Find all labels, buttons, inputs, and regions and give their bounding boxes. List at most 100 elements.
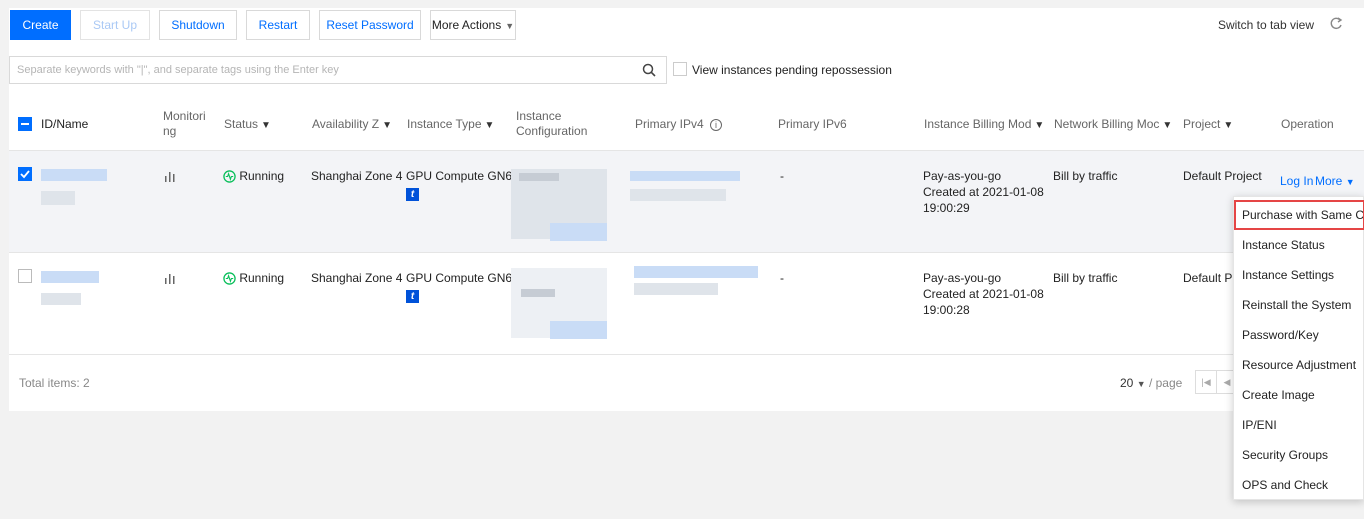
check-icon [20,170,30,179]
column-project-label: Project [1183,117,1221,131]
column-instance-billing[interactable]: Instance Billing Mod ▼ [924,117,1044,133]
filter-icon[interactable]: ▼ [261,120,271,131]
refresh-icon[interactable] [1328,16,1344,32]
turbo-badge-icon: t [406,290,419,303]
column-network-billing-label: Network Billing Moc [1054,117,1160,131]
status-label: Running [239,271,285,285]
network-billing-cell: Bill by traffic [1053,169,1118,183]
select-all-checkbox[interactable] [18,117,32,131]
menu-item-ops-and-check[interactable]: OPS and Check [1234,470,1364,500]
filter-icon[interactable]: ▼ [382,120,392,131]
instance-type-cell: GPU Compute GN6S t [406,168,520,201]
start-up-button[interactable]: Start Up [80,10,150,40]
page-size-select[interactable]: 20 ▼ / page [1120,376,1182,390]
status-running: Running [223,168,284,184]
instance-id-redacted[interactable] [41,271,99,283]
menu-item-instance-status[interactable]: Instance Status [1234,230,1364,260]
row-checkbox[interactable] [18,269,32,283]
column-project[interactable]: Project ▼ [1183,117,1233,133]
menu-item-security-groups[interactable]: Security Groups [1234,440,1364,470]
created-time: 19:00:28 [923,303,970,317]
instance-configuration-link-redacted[interactable] [550,223,607,241]
status-running: Running [223,270,284,286]
instance-type-cell: GPU Compute GN6S t [406,270,520,303]
menu-item-purchase-same-config[interactable]: Purchase with Same Confi [1234,200,1364,230]
shutdown-button[interactable]: Shutdown [159,10,237,40]
instance-type-label: GPU Compute GN6S [406,169,521,183]
column-availability-zone-label: Availability Z [312,117,380,131]
billing-mode: Pay-as-you-go [923,271,1002,285]
column-primary-ipv4: Primary IPv4 i [635,117,723,132]
chevron-down-icon: ▼ [505,21,515,31]
ipv4-redacted[interactable] [630,171,740,181]
column-instance-configuration: Instance Configuration [516,109,587,139]
ipv4-redacted[interactable] [634,266,758,278]
column-status[interactable]: Status ▼ [224,117,271,133]
column-status-label: Status [224,117,259,131]
row-checkbox[interactable] [18,167,32,181]
more-dropdown[interactable]: More ▼ [1315,173,1355,190]
column-instance-type-label: Instance Type [407,117,482,131]
column-instance-configuration-line2: Configuration [516,124,588,138]
filter-icon[interactable]: ▼ [485,120,495,131]
zone-cell: Shanghai Zone 4 [311,271,403,285]
page-background [9,411,1364,519]
column-availability-zone[interactable]: Availability Z ▼ [312,117,392,133]
chevron-down-icon: ▼ [1136,379,1146,389]
first-page-button[interactable]: |◀ [1195,370,1217,394]
filter-icon[interactable]: ▼ [1162,120,1172,131]
search-input[interactable]: Separate keywords with "|", and separate… [9,56,667,84]
instance-type-label: GPU Compute GN6S [406,271,521,285]
running-status-icon [223,170,236,183]
menu-item-create-image[interactable]: Create Image [1234,380,1364,410]
ipv6-cell: - [780,271,784,285]
table-row[interactable]: Running Shanghai Zone 4 GPU Compute GN6S… [9,151,1364,253]
search-placeholder: Separate keywords with "|", and separate… [17,64,339,76]
column-id-name: ID/Name [41,117,89,131]
column-instance-type[interactable]: Instance Type ▼ [407,117,494,133]
column-network-billing[interactable]: Network Billing Moc ▼ [1054,117,1172,133]
status-label: Running [239,169,285,183]
created-at: Created at 2021-01-08 [923,287,1044,301]
per-page-label: / page [1148,376,1183,390]
create-button[interactable]: Create [10,10,71,40]
menu-item-ip-eni[interactable]: IP/ENI [1234,410,1364,440]
ipv4-sub-redacted [634,283,718,295]
instance-configuration-link-redacted[interactable] [550,321,607,339]
column-primary-ipv4-label: Primary IPv4 [635,117,704,131]
table-header: ID/Name Monitori ng Status ▼ Availability… [9,97,1364,151]
page-size-value: 20 [1120,376,1134,390]
menu-item-resource-adjustment[interactable]: Resource Adjustment [1234,350,1364,380]
table-row[interactable]: Running Shanghai Zone 4 GPU Compute GN6S… [9,253,1364,355]
reset-password-button[interactable]: Reset Password [319,10,421,40]
filter-icon[interactable]: ▼ [1223,120,1233,131]
instance-id-redacted[interactable] [41,169,107,181]
billing-cell: Pay-as-you-go Created at 2021-01-08 19:0… [923,270,1044,318]
more-label: More [1315,174,1343,188]
chevron-down-icon: ▼ [1345,177,1355,187]
restart-button[interactable]: Restart [246,10,310,40]
more-actions-label: More Actions [431,18,502,32]
column-instance-configuration-line1: Instance [516,109,562,123]
menu-item-password-key[interactable]: Password/Key [1234,320,1364,350]
billing-cell: Pay-as-you-go Created at 2021-01-08 19:0… [923,168,1044,216]
column-monitoring-line2: ng [163,124,177,138]
monitoring-chart-icon[interactable] [164,170,176,182]
column-instance-billing-label: Instance Billing Mod [924,117,1032,131]
pending-repossession-checkbox[interactable] [673,62,687,76]
menu-item-reinstall-system[interactable]: Reinstall the System [1234,290,1364,320]
menu-item-instance-settings[interactable]: Instance Settings [1234,260,1364,290]
search-icon[interactable] [641,62,657,78]
more-actions-dropdown[interactable]: More Actions ▼ [430,10,516,40]
monitoring-chart-icon[interactable] [164,272,176,284]
info-icon[interactable]: i [710,119,723,131]
switch-to-tab-view-link[interactable]: Switch to tab view [1218,18,1314,32]
instance-name-redacted [41,293,81,305]
instance-name-redacted [41,191,75,205]
zone-cell: Shanghai Zone 4 [311,169,403,183]
ipv4-sub-redacted [630,189,726,201]
running-status-icon [223,272,236,285]
config-text-redacted [519,173,559,181]
filter-icon[interactable]: ▼ [1034,120,1044,131]
log-in-link[interactable]: Log In [1280,173,1313,189]
